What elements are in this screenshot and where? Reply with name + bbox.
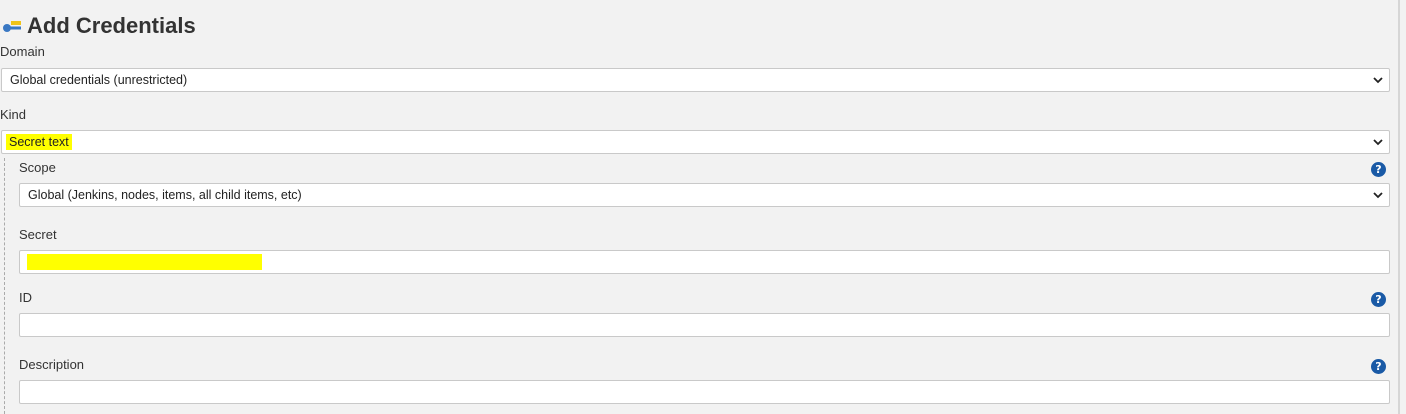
scope-select-value: Global (Jenkins, nodes, items, all child… bbox=[28, 188, 302, 202]
domain-select-value: Global credentials (unrestricted) bbox=[10, 73, 188, 87]
help-icon[interactable]: ? bbox=[1371, 162, 1386, 177]
domain-select[interactable]: Global credentials (unrestricted) bbox=[1, 68, 1390, 92]
domain-label: Domain bbox=[0, 44, 45, 59]
id-label: ID bbox=[19, 290, 32, 305]
id-input[interactable] bbox=[19, 313, 1390, 337]
secret-input[interactable] bbox=[19, 250, 1390, 274]
help-icon[interactable]: ? bbox=[1371, 359, 1386, 374]
chevron-down-icon bbox=[1373, 77, 1383, 84]
description-input[interactable] bbox=[19, 380, 1390, 404]
scope-select[interactable]: Global (Jenkins, nodes, items, all child… bbox=[19, 183, 1390, 207]
kind-select[interactable]: Secret text bbox=[1, 130, 1390, 154]
page-right-border bbox=[1398, 0, 1400, 414]
chevron-down-icon bbox=[1373, 192, 1383, 199]
key-icon bbox=[3, 21, 21, 32]
page-header: Add Credentials bbox=[2, 12, 196, 40]
scope-label: Scope bbox=[19, 160, 56, 175]
secret-redaction-highlight bbox=[27, 254, 262, 270]
kind-select-value: Secret text bbox=[6, 134, 72, 150]
secret-label: Secret bbox=[19, 227, 57, 242]
description-label: Description bbox=[19, 357, 85, 372]
chevron-down-icon bbox=[1373, 139, 1383, 146]
help-icon[interactable]: ? bbox=[1371, 292, 1386, 307]
nested-section-divider bbox=[4, 158, 5, 414]
page-title: Add Credentials bbox=[27, 13, 196, 38]
kind-label: Kind bbox=[0, 107, 27, 122]
